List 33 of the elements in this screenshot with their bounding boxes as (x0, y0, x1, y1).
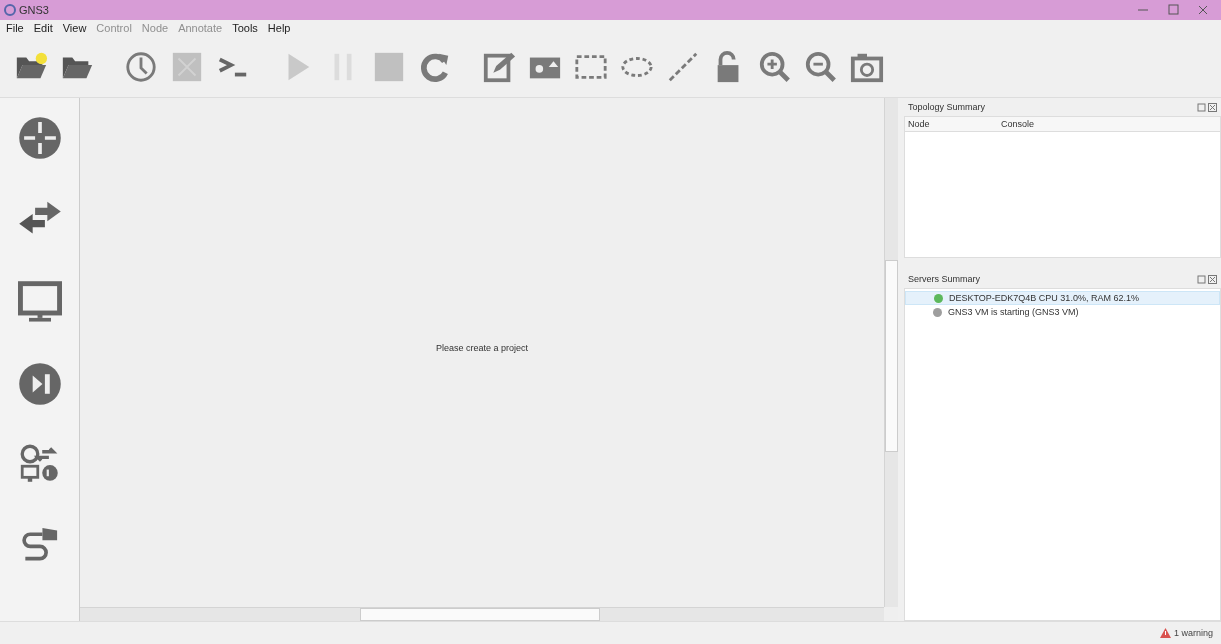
server-row[interactable]: DESKTOP-EDK7Q4B CPU 31.0%, RAM 62.1% (905, 291, 1220, 305)
menu-item[interactable]: File (6, 22, 24, 34)
zoom-in-icon[interactable] (758, 49, 792, 84)
canvas-message: Please create a project (435, 342, 529, 353)
server-status: GNS3 VM is starting (GNS3 VM) (948, 307, 1079, 317)
vertical-scrollbar[interactable] (884, 98, 898, 607)
menu-item[interactable]: Help (267, 22, 291, 34)
close-icon[interactable] (1208, 274, 1217, 284)
close-icon[interactable] (1197, 4, 1209, 16)
server-status: DESKTOP-EDK7Q4B CPU 31.0%, RAM 62.1% (949, 293, 1139, 303)
window-title: GNS3 (19, 4, 49, 16)
horizontal-scrollbar[interactable] (80, 607, 884, 621)
float-icon[interactable] (1197, 274, 1206, 284)
zoom-out-icon[interactable] (804, 49, 838, 84)
menu-item[interactable]: View (62, 22, 87, 34)
clock-icon[interactable] (124, 49, 158, 84)
router-icon[interactable] (17, 116, 62, 160)
app-logo-icon (4, 4, 16, 16)
menu-item[interactable]: Tools (232, 22, 258, 34)
device-group-icon[interactable] (19, 444, 60, 484)
circle-play-icon[interactable] (17, 362, 62, 406)
float-icon[interactable] (1197, 102, 1206, 112)
panel-title: Servers Summary (908, 274, 980, 284)
server-row[interactable]: GNS3 VM is starting (GNS3 VM) (905, 305, 1220, 319)
menu-item[interactable]: Edit (33, 22, 53, 34)
warning-icon (1159, 628, 1171, 638)
column-header[interactable]: Console (998, 119, 1091, 129)
maximize-icon[interactable] (1167, 4, 1179, 16)
monitor-icon[interactable] (17, 280, 62, 324)
column-header[interactable]: Node (905, 119, 998, 129)
panel-title: Topology Summary (908, 102, 986, 112)
warning-count[interactable]: 1 warning (1173, 628, 1213, 638)
close-icon[interactable] (1208, 102, 1217, 112)
